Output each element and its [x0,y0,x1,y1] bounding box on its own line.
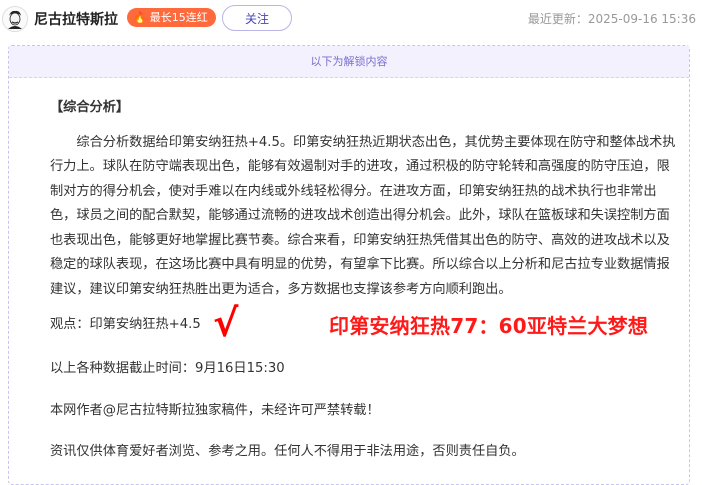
flame-icon: 🔥 [133,11,147,24]
section-title: 【综合分析】 [50,100,130,115]
check-mark-icon: √ [213,301,239,345]
match-result: 印第安纳狂热77：60亚特兰大梦想 [329,314,649,338]
author-name[interactable]: 尼古拉特斯拉 [34,9,118,29]
data-deadline: 以上各种数据截止时间：9月16日15:30 [50,361,285,376]
streak-badge-label: 最长15连红 [149,11,208,24]
copyright-notice: 本网作者@尼古拉特斯拉独家稿件，未经许可严禁转载！ [50,403,380,418]
avatar[interactable] [2,6,28,32]
disclaimer: 资讯仅供体育爱好者浏览、参考之用。任何人不得用于非法用途，否则责任自负。 [50,444,525,459]
view-text: 观点：印第安纳狂热+4.5 [50,317,201,332]
unlock-banner: 以下为解锁内容 [9,46,689,78]
follow-button[interactable]: 关注 [222,5,292,31]
last-updated: 最近更新：2025-09-16 15:36 [527,12,696,26]
portrait-icon [3,7,27,31]
analysis-paragraph: 综合分析数据给印第安纳狂热+4.5。印第安纳狂热近期状态出色，其优势主要体现在防… [50,134,676,297]
article-body: 【综合分析】 综合分析数据给印第安纳狂热+4.5。印第安纳狂热近期状态出色，其优… [50,96,682,302]
author-header: 尼古拉特斯拉 🔥 最长15连红 关注 最近更新：2025-09-16 15:36 [0,0,702,38]
streak-badge: 🔥 最长15连红 [127,8,216,27]
